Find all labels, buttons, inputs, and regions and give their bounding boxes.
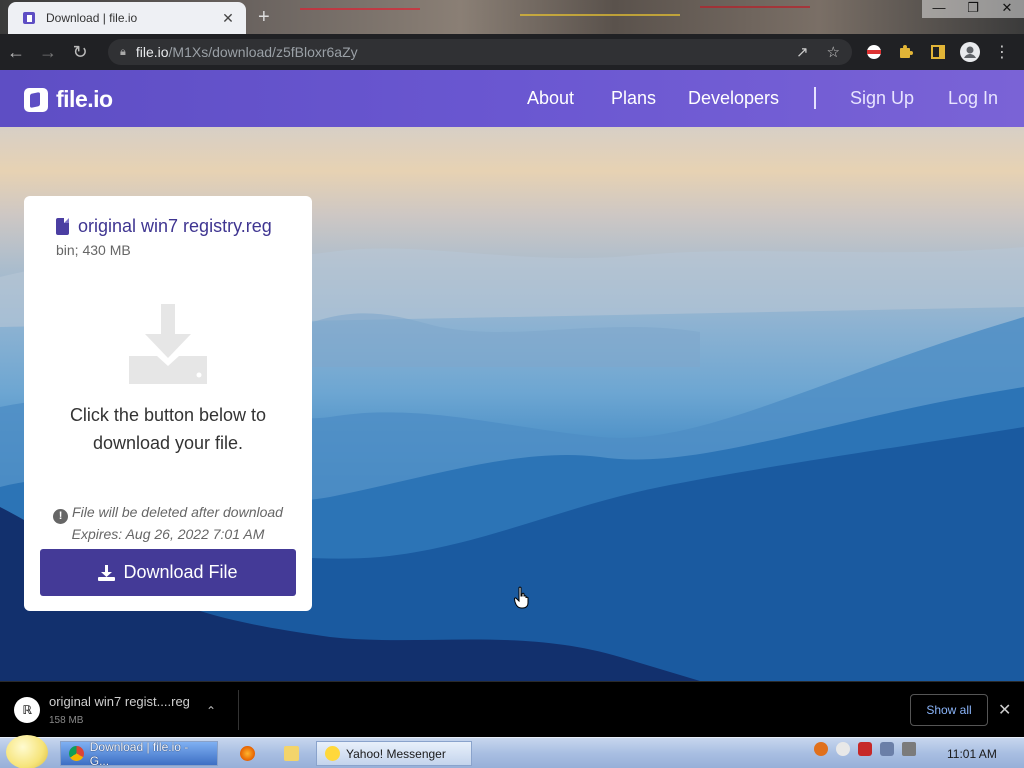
side-panel-icon[interactable]	[928, 42, 948, 62]
nav-divider	[814, 87, 816, 109]
profile-flag-icon[interactable]	[864, 42, 884, 62]
hand-cursor-icon	[514, 586, 529, 609]
background-decoration	[700, 6, 810, 8]
site-header: file.io About Plans Developers Sign Up L…	[0, 70, 1024, 127]
back-arrow-icon[interactable]: ←	[0, 42, 32, 63]
taskbar-messenger-label: Yahoo! Messenger	[346, 746, 446, 761]
download-icon	[98, 564, 116, 581]
chrome-icon	[69, 746, 84, 761]
delete-notice: File will be deleted after download	[72, 504, 283, 520]
download-instruction: Click the button below to download your …	[69, 405, 267, 453]
nav-signup[interactable]: Sign Up	[850, 88, 914, 109]
download-item-name: original win7 regist....reg	[49, 694, 190, 709]
taskbar-firefox-button[interactable]	[232, 741, 269, 766]
firefox-icon	[240, 746, 255, 761]
url-path: /M1Xs/download/z5fBloxr6aZy	[168, 44, 358, 60]
taskbar: Download | file.io - G... Yahoo! Messeng…	[0, 735, 1024, 768]
browser-tab[interactable]: Download | file.io ✕	[8, 2, 246, 34]
file-meta: bin; 430 MB	[56, 242, 131, 258]
shelf-close-icon[interactable]: ✕	[998, 700, 1011, 720]
taskbar-chrome-button[interactable]: Download | file.io - G...	[60, 739, 218, 768]
nav-about-link[interactable]: About	[527, 88, 574, 109]
nav-developers[interactable]: Developers	[688, 88, 779, 109]
minimize-button[interactable]: —	[922, 0, 956, 18]
network-icon[interactable]	[880, 742, 894, 756]
volume-icon[interactable]	[902, 742, 916, 756]
fileio-favicon-icon	[23, 12, 35, 24]
clock: 11:01 AM	[947, 747, 997, 761]
messenger-tray-icon[interactable]	[836, 742, 850, 756]
search-tray-icon[interactable]	[814, 742, 828, 756]
download-button-label: Download File	[123, 562, 238, 582]
download-file-button[interactable]: Download File	[40, 549, 296, 596]
chevron-up-icon[interactable]: ⌃	[206, 704, 216, 718]
address-bar[interactable]: 🔒︎ file.io /M1Xs/download/z5fBloxr6aZy ↗…	[108, 39, 852, 65]
nav-developers-link[interactable]: Developers	[688, 88, 779, 109]
reload-icon[interactable]: ↻	[64, 42, 96, 63]
system-tray	[814, 742, 916, 756]
lock-icon: 🔒︎	[120, 45, 126, 58]
share-icon[interactable]: ↗	[796, 43, 809, 61]
tab-close-icon[interactable]: ✕	[220, 10, 236, 27]
site-logo[interactable]: file.io	[24, 86, 113, 113]
expiry-notice: ! File will be deleted after download Exp…	[24, 502, 312, 544]
download-item-size: 158 MB	[49, 715, 84, 726]
shelf-divider	[238, 690, 239, 730]
omnibox-actions: ↗ ☆	[796, 43, 840, 61]
nav-login-link[interactable]: Log In	[948, 88, 998, 109]
taskbar-chrome-label: Download | file.io - G...	[89, 739, 189, 768]
file-icon	[56, 218, 69, 235]
reg-file-icon: ℝ	[14, 697, 40, 723]
url-host: file.io	[135, 44, 169, 60]
file-name: original win7 registry.reg	[78, 216, 272, 236]
nav-plans-link[interactable]: Plans	[611, 88, 656, 109]
bookmark-star-icon[interactable]: ☆	[827, 43, 840, 61]
background-decoration	[520, 14, 680, 16]
new-tab-button[interactable]: +	[258, 6, 270, 29]
start-button[interactable]	[6, 735, 48, 768]
fileio-logo-icon	[24, 87, 48, 112]
window-controls: — ❐ ✕	[922, 0, 1024, 18]
download-item[interactable]: ℝ original win7 regist....reg 158 MB	[14, 694, 190, 726]
yahoo-messenger-icon	[325, 746, 340, 761]
warning-icon: !	[53, 509, 69, 524]
browser-tab-strip: Download | file.io ✕ + — ❐ ✕	[0, 0, 1024, 34]
screen: Download | file.io ✕ + — ❐ ✕ ← → ↻ 🔒︎ fi…	[0, 0, 1024, 768]
browser-toolbar: ← → ↻ 🔒︎ file.io /M1Xs/download/z5fBloxr…	[0, 34, 1024, 70]
nav-signup-link[interactable]: Sign Up	[850, 88, 914, 109]
logo-text: file.io	[56, 86, 113, 112]
show-all-button[interactable]: Show all	[910, 694, 988, 726]
taskbar-explorer-button[interactable]	[276, 741, 313, 766]
nav-login[interactable]: Log In	[948, 88, 998, 109]
maximize-button[interactable]: ❐	[956, 0, 990, 18]
security-alert-icon[interactable]	[858, 742, 872, 756]
forward-arrow-icon[interactable]: →	[32, 42, 64, 63]
download-shelf: ℝ original win7 regist....reg 158 MB ⌃ S…	[0, 681, 1024, 737]
expires-text: Expires: Aug 26, 2022 7:01 AM	[71, 526, 265, 542]
account-avatar-icon[interactable]	[960, 42, 980, 62]
taskbar-messenger-button[interactable]: Yahoo! Messenger	[316, 741, 472, 766]
file-name-row: original win7 registry.reg	[56, 216, 272, 237]
nav-about[interactable]: About	[527, 88, 574, 109]
browser-menu-icon[interactable]: ⋮	[992, 42, 1012, 62]
tab-title: Download | file.io	[46, 11, 138, 25]
extensions-puzzle-icon[interactable]	[896, 42, 916, 62]
background-decoration	[300, 8, 420, 10]
nav-plans[interactable]: Plans	[611, 88, 656, 109]
window-close-button[interactable]: ✕	[990, 0, 1024, 18]
folder-icon	[284, 746, 299, 761]
download-card: original win7 registry.reg bin; 430 MB C…	[24, 196, 312, 611]
download-tray-icon	[129, 304, 207, 384]
